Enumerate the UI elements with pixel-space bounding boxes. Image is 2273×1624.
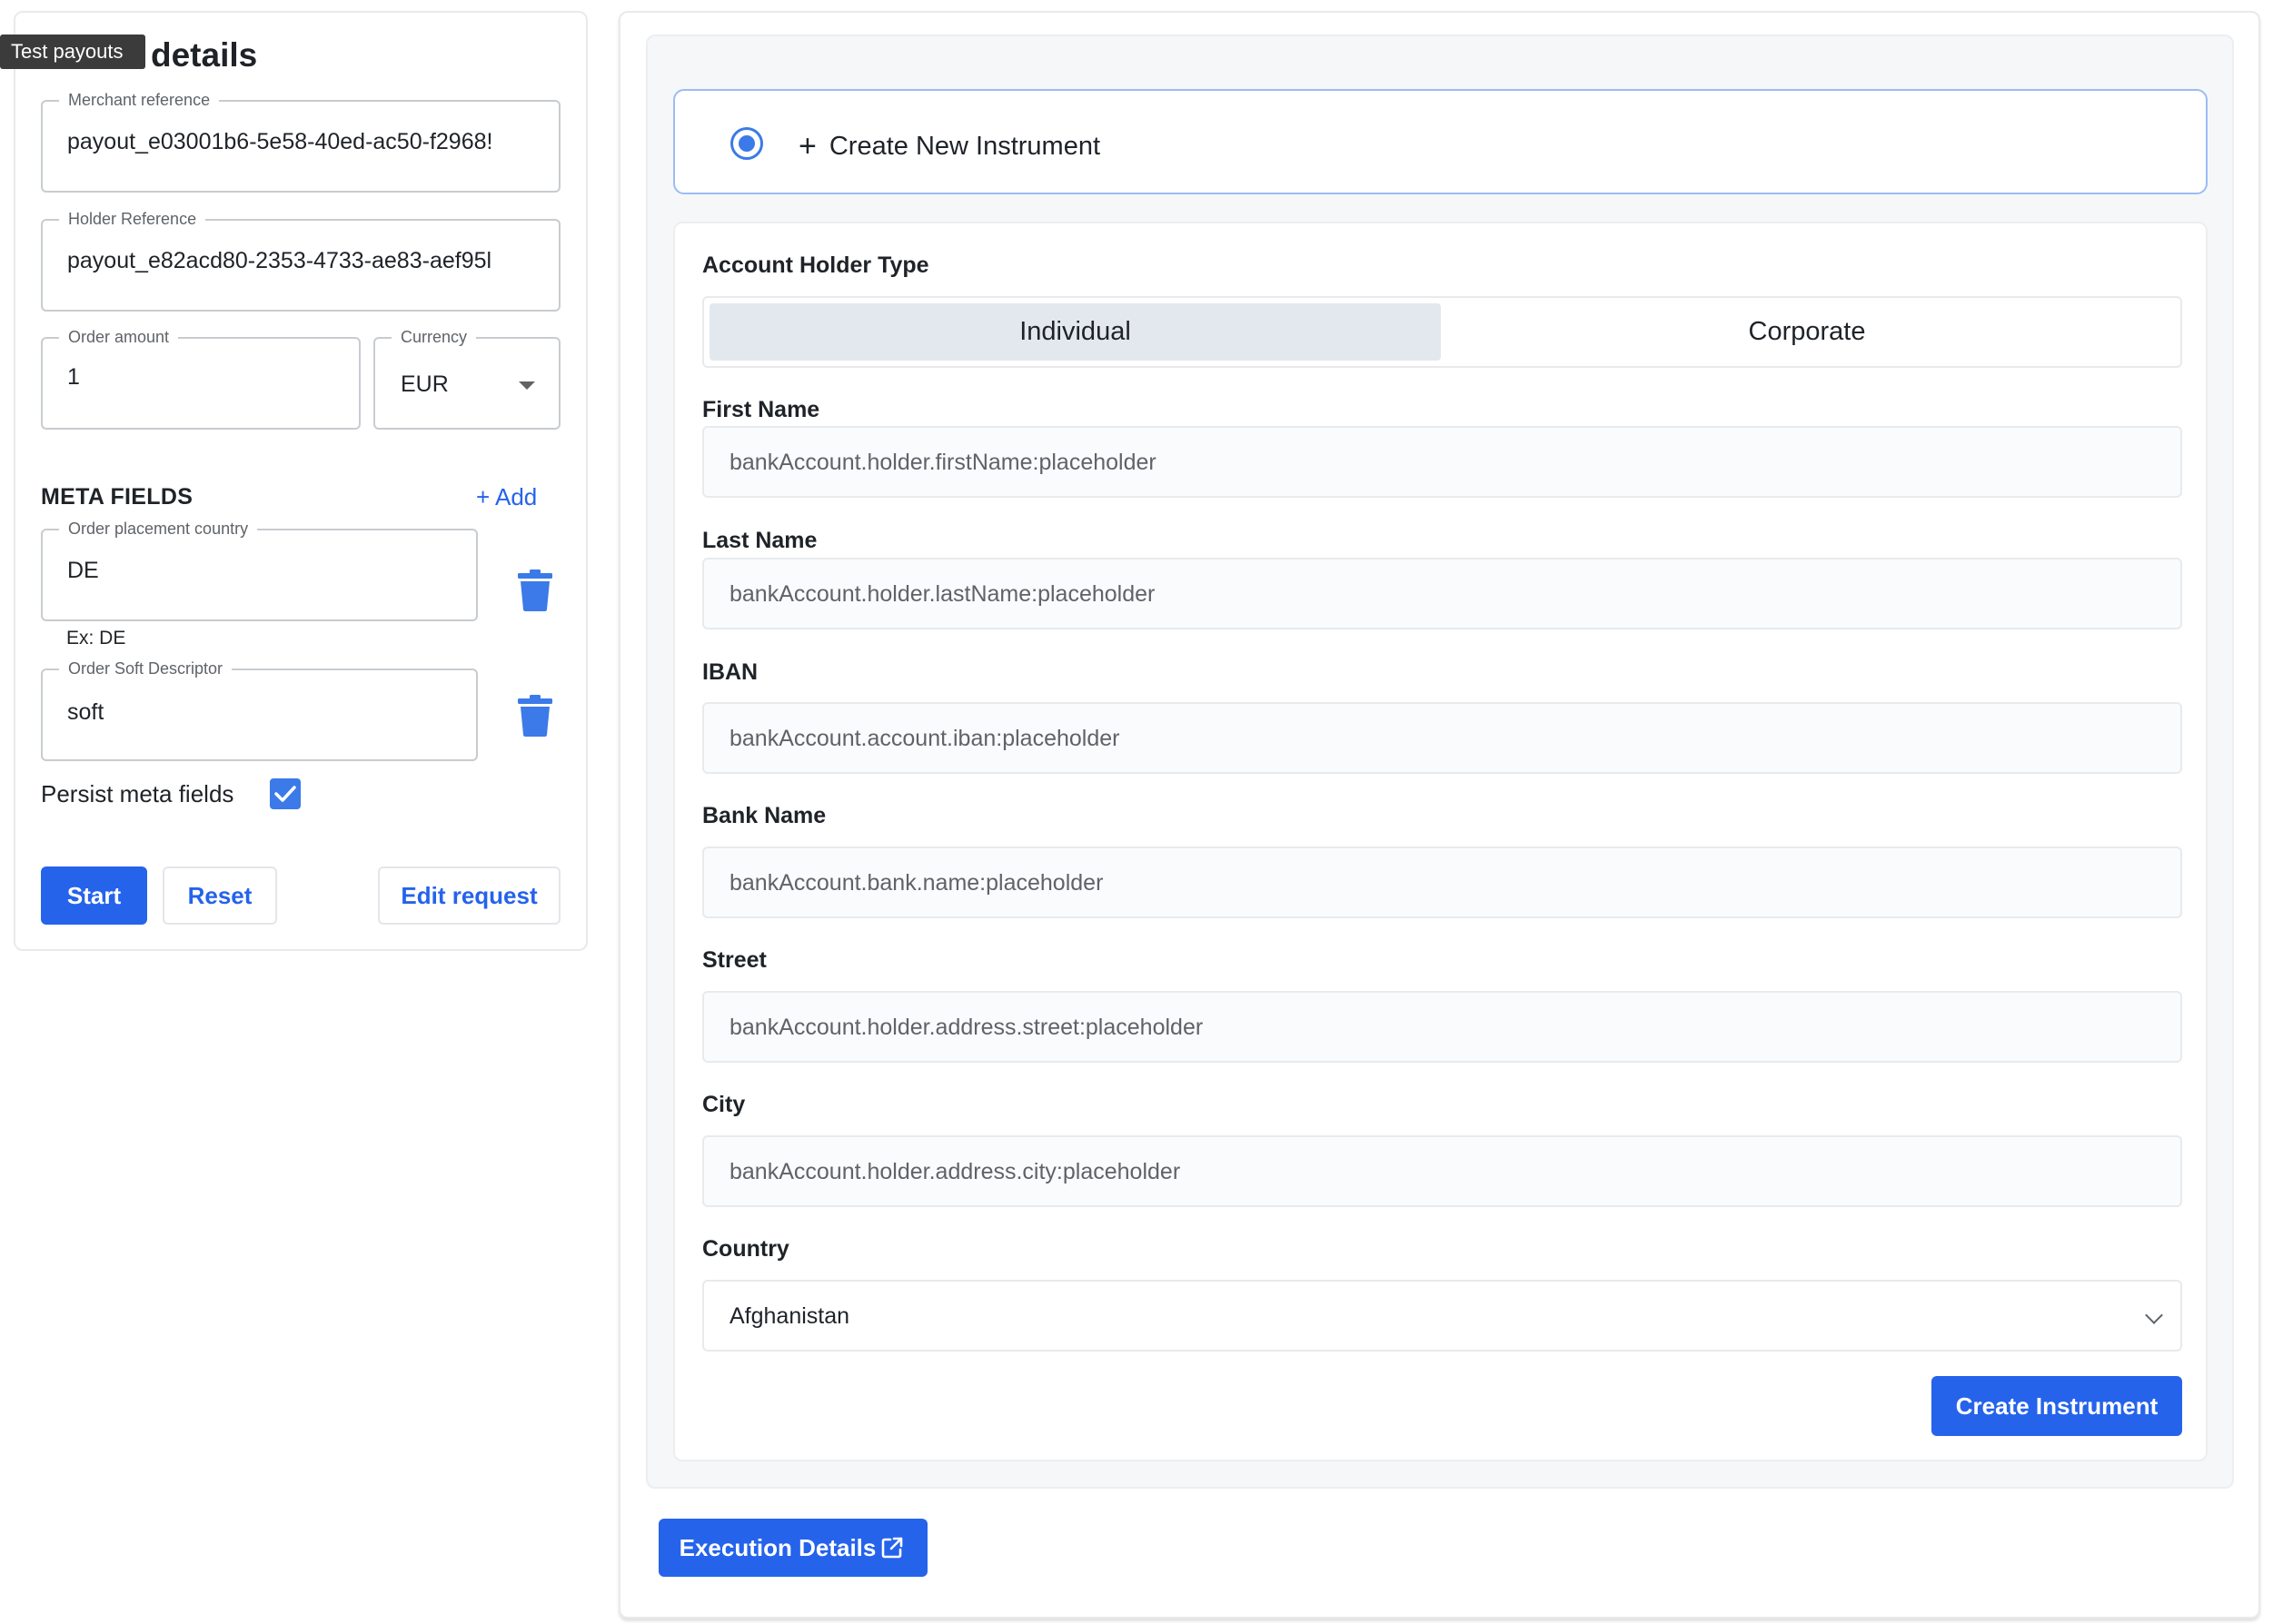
last-name-input[interactable]: bankAccount.holder.lastName:placeholder xyxy=(702,558,2182,629)
field-value: soft xyxy=(67,699,104,725)
field-label: Order placement country xyxy=(59,518,258,540)
city-label: City xyxy=(702,1092,746,1117)
placeholder: bankAccount.holder.firstName:placeholder xyxy=(730,450,1156,475)
street-input[interactable]: bankAccount.holder.address.street:placeh… xyxy=(702,991,2182,1063)
trash-icon[interactable] xyxy=(518,569,552,611)
field-label: Order Soft Descriptor xyxy=(59,658,233,679)
dropdown-caret-icon xyxy=(519,381,535,390)
helper-text: Ex: DE xyxy=(66,628,126,649)
last-name-label: Last Name xyxy=(702,528,818,553)
account-holder-type-toggle: Individual Corporate xyxy=(702,296,2182,368)
field-value: payout_e82acd80-2353-4733-ae83-aef95l xyxy=(67,248,492,273)
persist-meta-fields-checkbox[interactable] xyxy=(270,778,301,809)
instrument-form: Account Holder Type Individual Corporate… xyxy=(673,222,2208,1461)
currency-select[interactable]: Currency EUR xyxy=(373,326,561,430)
field-value: EUR xyxy=(401,371,449,397)
tooltip: Test payouts xyxy=(0,35,145,69)
bank-name-label: Bank Name xyxy=(702,803,827,828)
holder-type-corporate[interactable]: Corporate xyxy=(1441,303,2173,361)
field-value: payout_e03001b6-5e58-40ed-ac50-f2968! xyxy=(67,129,493,154)
first-name-input[interactable]: bankAccount.holder.firstName:placeholder xyxy=(702,426,2182,498)
holder-reference-field[interactable]: Holder Reference payout_e82acd80-2353-47… xyxy=(41,208,561,312)
placeholder: bankAccount.holder.address.city:placehol… xyxy=(730,1159,1181,1184)
placeholder: bankAccount.holder.address.street:placeh… xyxy=(730,1015,1204,1040)
city-input[interactable]: bankAccount.holder.address.city:placehol… xyxy=(702,1135,2182,1207)
create-new-instrument-option[interactable]: + Create New Instrument xyxy=(673,89,2208,194)
field-label: Currency xyxy=(392,326,477,348)
field-value: DE xyxy=(67,558,99,583)
reset-button[interactable]: Reset xyxy=(163,866,277,925)
plus-icon: + xyxy=(799,129,817,163)
trash-icon[interactable] xyxy=(518,695,552,737)
merchant-reference-field[interactable]: Merchant reference payout_e03001b6-5e58-… xyxy=(41,89,561,193)
country-value: Afghanistan xyxy=(730,1303,850,1329)
execution-details-label: Execution Details xyxy=(679,1533,877,1561)
order-amount-field[interactable]: Order amount 1 xyxy=(41,326,361,430)
meta-fields-heading: META FIELDS xyxy=(41,484,194,510)
placeholder: bankAccount.account.iban:placeholder xyxy=(730,726,1120,751)
meta-field-order-soft-descriptor[interactable]: Order Soft Descriptor soft xyxy=(41,658,478,761)
meta-field-order-placement-country[interactable]: Order placement country DE xyxy=(41,518,478,621)
persist-meta-fields-label: Persist meta fields xyxy=(41,780,234,807)
panel-title: details xyxy=(151,36,258,74)
create-instrument-button[interactable]: Create Instrument xyxy=(1931,1376,2182,1436)
iban-input[interactable]: bankAccount.account.iban:placeholder xyxy=(702,702,2182,774)
add-meta-field-button[interactable]: + Add xyxy=(476,483,537,511)
country-label: Country xyxy=(702,1236,789,1262)
first-name-label: First Name xyxy=(702,397,820,422)
execution-details-button[interactable]: Execution Details xyxy=(659,1519,928,1577)
iban-label: IBAN xyxy=(702,659,759,685)
create-new-label: + Create New Instrument xyxy=(799,129,1101,163)
holder-type-individual[interactable]: Individual xyxy=(710,303,1441,361)
field-label: Order amount xyxy=(59,326,179,348)
checkmark-icon xyxy=(274,786,296,802)
chevron-down-icon xyxy=(2145,1306,2163,1324)
start-button[interactable]: Start xyxy=(41,866,147,925)
edit-request-button[interactable]: Edit request xyxy=(378,866,561,925)
placeholder: bankAccount.bank.name:placeholder xyxy=(730,870,1104,896)
account-holder-type-label: Account Holder Type xyxy=(702,253,929,278)
bank-name-input[interactable]: bankAccount.bank.name:placeholder xyxy=(702,847,2182,918)
field-label: Holder Reference xyxy=(59,208,206,230)
placeholder: bankAccount.holder.lastName:placeholder xyxy=(730,581,1156,607)
street-label: Street xyxy=(702,947,767,973)
country-select[interactable]: Afghanistan xyxy=(702,1280,2182,1352)
field-value: 1 xyxy=(67,364,80,390)
external-link-icon xyxy=(881,1537,903,1559)
field-label: Merchant reference xyxy=(59,89,220,111)
create-new-radio[interactable] xyxy=(730,127,763,160)
